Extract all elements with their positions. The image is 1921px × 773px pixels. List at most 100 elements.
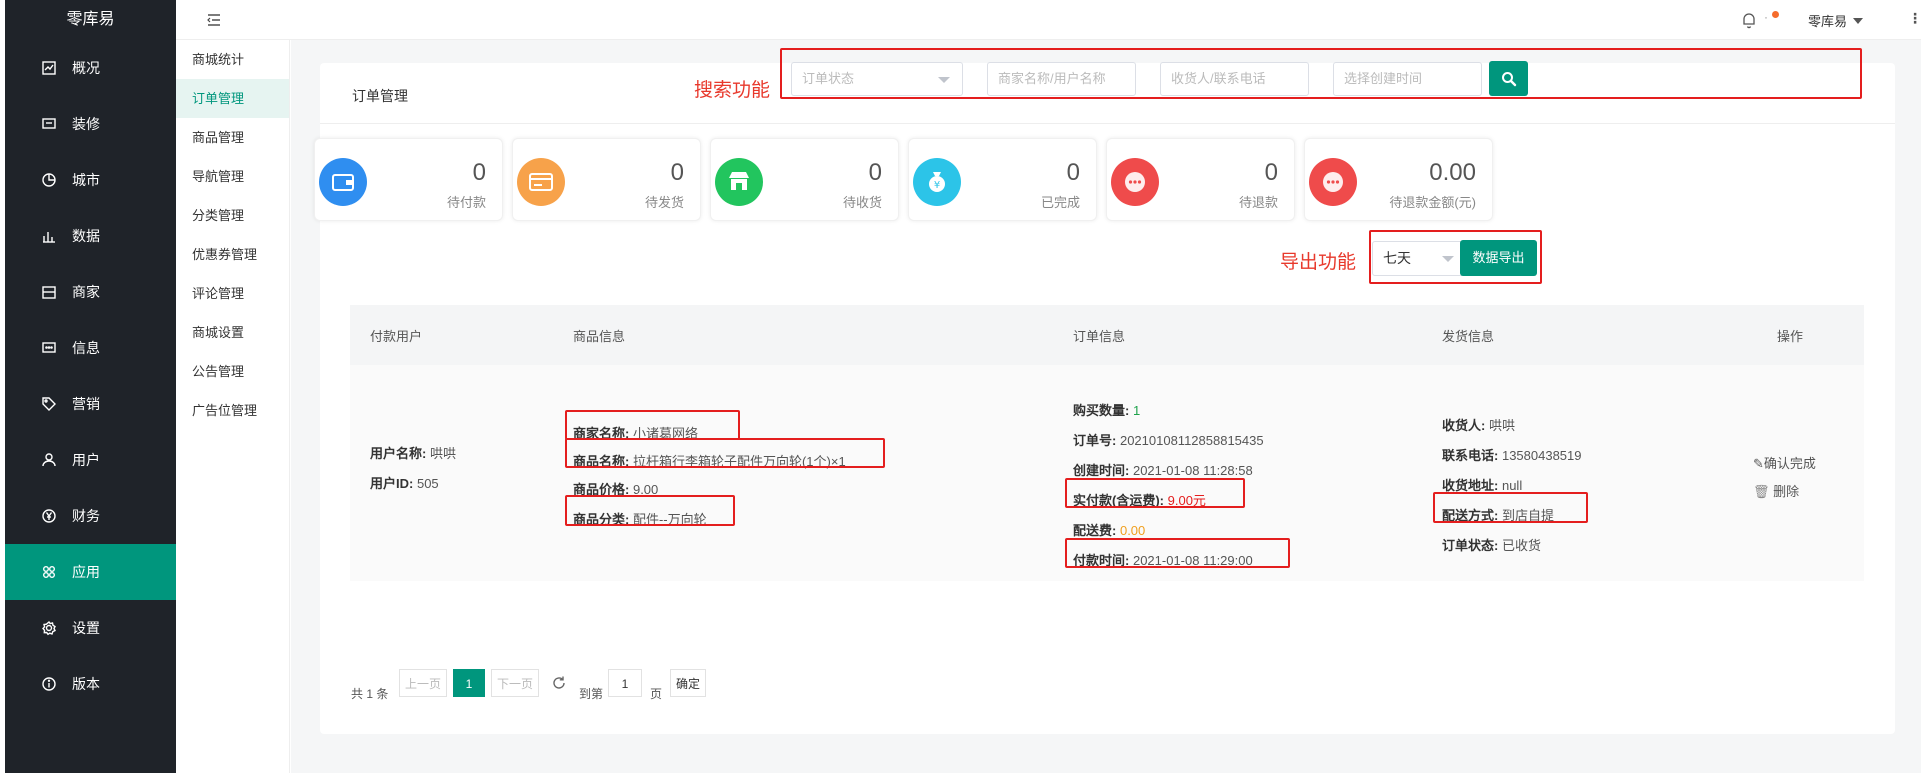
sidebar-item-6[interactable]: 营销	[5, 376, 176, 432]
brand-logo[interactable]: 零库易	[5, 0, 176, 40]
product-name-label: 商品名称:	[573, 454, 630, 469]
delivery-method-label: 配送方式:	[1442, 508, 1499, 523]
confirm-complete-link[interactable]: ✎确认完成	[1753, 453, 1816, 472]
stat-value: 0	[1264, 159, 1278, 186]
chat-icon	[38, 115, 60, 133]
created-time-value: 2021-01-08 11:28:58	[1132, 463, 1253, 478]
subnav-item-8[interactable]: 公告管理	[176, 352, 289, 391]
order-management-card: 订单管理 搜索功能 订单状态 商家名称/用户名称 收货人/联系电话 选择创建时间…	[314, 48, 1895, 734]
product-name-value: 拉杆箱行李箱轮子配件万向轮(1个)×1	[632, 454, 846, 469]
subnav-item-6[interactable]: 评论管理	[176, 274, 289, 313]
paid-amount-line: 实付款(含运费): 9.00元	[1073, 490, 1206, 509]
stat-label: 待收货	[842, 195, 882, 210]
sidebar-item-9[interactable]: 应用	[5, 544, 176, 600]
shipping-fee-line: 配送费: 0.00	[1073, 520, 1145, 539]
address-value: null	[1501, 478, 1523, 493]
dots-icon	[1111, 158, 1159, 206]
search-icon	[1501, 71, 1516, 86]
stat-card-2[interactable]: 0 待收货	[710, 138, 899, 221]
goto-page-input[interactable]: 1	[608, 669, 642, 697]
total-count: 共 1 条	[351, 687, 389, 701]
order-status-line: 订单状态: 已收货	[1442, 535, 1541, 554]
order-status-select[interactable]: 订单状态	[791, 62, 963, 96]
refresh-icon[interactable]	[551, 675, 567, 691]
sidebar-item-label: 版本	[72, 676, 100, 692]
sidebar-item-label: 用户	[72, 452, 100, 468]
subnav-item-1[interactable]: 订单管理	[176, 79, 289, 118]
sidebar-item-10[interactable]: 设置	[5, 600, 176, 656]
header-order-info: 订单信息	[1073, 329, 1126, 344]
sidebar-item-0[interactable]: 概况	[5, 40, 176, 96]
quantity-line: 购买数量: 1	[1073, 400, 1140, 419]
stat-card-4[interactable]: 0 待退款	[1106, 138, 1295, 221]
created-time-label: 创建时间:	[1073, 463, 1130, 478]
sidebar-item-7[interactable]: 用户	[5, 432, 176, 488]
date-range-select[interactable]: 七天	[1372, 241, 1467, 276]
user-id-line: 用户ID: 505	[370, 473, 439, 492]
header-actions: 操作	[1777, 329, 1804, 344]
page-1-button[interactable]: 1	[453, 669, 485, 697]
merchant-value: 小诸葛网络	[632, 426, 698, 441]
user-icon	[38, 451, 60, 469]
price-line: 商品价格: 9.00	[573, 479, 658, 498]
sidebar-item-4[interactable]: 商家	[5, 264, 176, 320]
sidebar-item-11[interactable]: 版本	[5, 656, 176, 712]
created-time-line: 创建时间: 2021-01-08 11:28:58	[1073, 460, 1253, 479]
user-id-value: 505	[416, 476, 439, 491]
page-unit-label: 页	[650, 687, 663, 701]
header-product-info: 商品信息	[573, 329, 626, 344]
prev-page-button[interactable]: 上一页	[399, 669, 447, 697]
subnav-item-7[interactable]: 商城设置	[176, 313, 289, 352]
apps-icon	[38, 563, 60, 581]
delete-link[interactable]: 🗑 删除	[1753, 481, 1799, 500]
subnav-item-3[interactable]: 导航管理	[176, 157, 289, 196]
shipping-fee-label: 配送费:	[1073, 523, 1117, 538]
shipping-fee-value: 0.00	[1119, 523, 1146, 538]
next-page-button[interactable]: 下一页	[491, 669, 539, 697]
receiver-search-input[interactable]: 收货人/联系电话	[1160, 62, 1309, 96]
sub-navigation: 商城统计 订单管理 商品管理 导航管理 分类管理 优惠券管理 评论管理 商城设置 公告管理 广告位…	[176, 40, 290, 773]
export-data-button[interactable]: 数据导出	[1460, 240, 1537, 276]
svg-text:¥: ¥	[934, 180, 940, 191]
subnav-item-4[interactable]: 分类管理	[176, 196, 289, 235]
page-title: 订单管理	[352, 88, 408, 104]
header-payer: 付款用户	[370, 329, 423, 344]
user-name-line: 用户名称: 哄哄	[370, 443, 456, 462]
stat-label: 待发货	[644, 195, 684, 210]
category-value: 配件--万向轮	[632, 512, 707, 527]
price-label: 商品价格:	[573, 482, 630, 497]
goto-confirm-button[interactable]: 确定	[670, 669, 706, 697]
stat-card-0[interactable]: 0 待付款	[314, 138, 503, 221]
stat-value: 0.00	[1429, 159, 1476, 186]
sidebar-item-8[interactable]: 财务	[5, 488, 176, 544]
chevron-down-icon	[1442, 256, 1454, 262]
receiver-value: 哄哄	[1488, 418, 1515, 433]
subnav-item-2[interactable]: 商品管理	[176, 118, 289, 157]
more-vertical-icon[interactable]: ⋮	[1908, 10, 1921, 27]
subnav-item-5[interactable]: 优惠券管理	[176, 235, 289, 274]
stat-card-5[interactable]: 0.00 待退款金额(元)	[1304, 138, 1493, 221]
stat-card-3[interactable]: ¥0 已完成	[908, 138, 1097, 221]
date-range-value: 七天	[1383, 250, 1411, 266]
merchant-search-input[interactable]: 商家名称/用户名称	[987, 62, 1136, 96]
date-picker-input[interactable]: 选择创建时间	[1333, 62, 1482, 96]
bell-icon[interactable]	[1741, 11, 1757, 29]
sidebar-item-3[interactable]: 数据	[5, 208, 176, 264]
info-icon	[38, 675, 60, 693]
pay-time-line: 付款时间: 2021-01-08 11:29:00	[1073, 550, 1253, 569]
sidebar-item-5[interactable]: 信息	[5, 320, 176, 376]
stat-card-1[interactable]: 0 待发货	[512, 138, 701, 221]
sidebar-item-1[interactable]: 装修	[5, 96, 176, 152]
order-number-value: 20210108112858815435	[1119, 433, 1264, 448]
chevron-down-icon	[1853, 17, 1864, 24]
paid-amount-label: 实付款(含运费):	[1073, 493, 1164, 508]
subnav-item-9[interactable]: 广告位管理	[176, 391, 289, 430]
search-button[interactable]	[1489, 61, 1528, 96]
sidebar-item-2[interactable]: 城市	[5, 152, 176, 208]
menu-fold-icon[interactable]	[206, 12, 222, 28]
product-name-line: 商品名称: 拉杆箱行李箱轮子配件万向轮(1个)×1	[573, 451, 846, 470]
notification-dot	[1772, 11, 1779, 18]
user-menu[interactable]: 零库易	[1808, 11, 1864, 30]
subnav-item-0[interactable]: 商城统计	[176, 40, 289, 79]
user-name-label: 用户名称:	[370, 446, 427, 461]
